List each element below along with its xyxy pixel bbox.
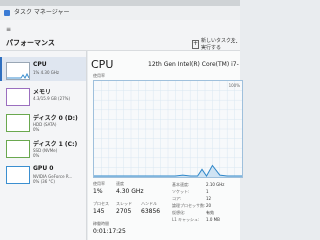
graph-max-label: 100% (229, 83, 241, 88)
threads-label: スレッド (116, 201, 132, 206)
handles-label: ハンドル (141, 201, 157, 206)
cpu-heading: CPU (91, 58, 114, 71)
handles-value: 63856 (141, 208, 161, 215)
sidebar-item-disk1[interactable]: ディスク 1 (C:) SSD (NVMe) 0% (2, 135, 86, 159)
prop-label: コア: (172, 196, 182, 201)
disk1-thumbnail-graph (6, 140, 30, 158)
cpu-graph-svg: 100% (94, 81, 242, 177)
cpu-model-name: 12th Gen Intel(R) Core(TM) i7- (148, 61, 239, 68)
sidebar-item-sub: SSD (NVMe) 0% (33, 148, 58, 158)
sidebar-item-sub: NVIDIA GeForce R... 0% (36 °C) (33, 174, 73, 184)
sidebar-item-sub: HDD (SATA) 0% (33, 122, 57, 132)
usage-value: 1% (93, 188, 103, 195)
sidebar-item-name: メモリ (33, 89, 52, 96)
uptime-label: 稼働時間 (93, 221, 109, 226)
title-bar: タスク マネージャー (0, 6, 240, 20)
processes-label: プロセス (93, 201, 109, 206)
cpu-detail-pane: CPU 12th Gen Intel(R) Core(TM) i7- 使用率 1… (88, 51, 243, 240)
prop-label: L1 キャッシュ: (172, 217, 200, 222)
prop-value: 1.0 MB (206, 217, 220, 222)
plus-icon: + (192, 39, 200, 49)
prop-label: 論理プロセッサ数: (172, 203, 206, 208)
memory-thumbnail-graph (6, 88, 30, 106)
prop-value: 12 (206, 196, 212, 201)
threads-value: 2705 (116, 208, 132, 215)
disk0-thumbnail-graph (6, 114, 30, 132)
speed-value: 4.30 GHz (116, 188, 144, 195)
sidebar-item-sub: 4.3/15.9 GB (27%) (33, 96, 71, 101)
prop-label: ソケット: (172, 189, 190, 194)
more-options-icon[interactable]: … (230, 36, 238, 45)
sidebar-item-cpu[interactable]: CPU 1% 4.30 GHz (0, 57, 86, 81)
sidebar-item-gpu0[interactable]: GPU 0 NVIDIA GeForce R... 0% (36 °C) (2, 161, 86, 185)
sidebar-item-disk0[interactable]: ディスク 0 (D:) HDD (SATA) 0% (2, 109, 86, 133)
performance-sidebar: CPU 1% 4.30 GHz メモリ 4.3/15.9 GB (27%) ディ… (0, 51, 87, 240)
prop-label: 仮想化: (172, 210, 186, 215)
sidebar-item-name: CPU (33, 61, 47, 68)
gpu-thumbnail-graph (6, 166, 30, 184)
usage-label: 使用率 (93, 181, 105, 186)
sidebar-item-name: GPU 0 (33, 165, 54, 172)
uptime-value: 0:01:17:25 (93, 228, 126, 235)
sidebar-item-sub: 1% 4.30 GHz (33, 70, 60, 75)
sidebar-item-name: ディスク 0 (D:) (33, 115, 78, 122)
utilization-graph-label: 使用率 (93, 73, 105, 78)
app-header: ≡ パフォーマンス + 新しいタスクを実行する … (0, 20, 240, 51)
cpu-utilization-graph: 100% (93, 80, 243, 178)
cpu-thumbnail-graph (6, 62, 30, 80)
prop-value: 1 (206, 189, 209, 194)
sidebar-item-name: ディスク 1 (C:) (33, 141, 78, 148)
speed-label: 速度 (116, 181, 124, 186)
page-title: パフォーマンス (6, 39, 55, 47)
prop-value: 20 (206, 203, 212, 208)
task-manager-icon (4, 10, 10, 16)
prop-value: 有効 (206, 210, 214, 215)
window-title: タスク マネージャー (14, 9, 70, 16)
prop-value: 2.10 GHz (206, 182, 225, 187)
prop-label: 基本速度: (172, 182, 190, 187)
hamburger-menu-icon[interactable]: ≡ (6, 26, 11, 33)
processes-value: 145 (93, 208, 105, 215)
sidebar-item-memory[interactable]: メモリ 4.3/15.9 GB (27%) (2, 83, 86, 107)
